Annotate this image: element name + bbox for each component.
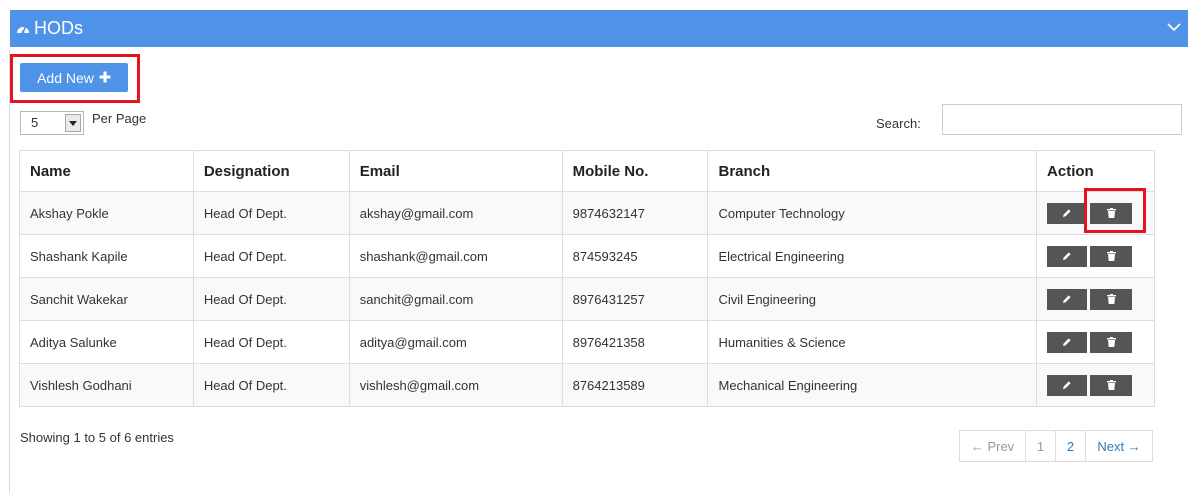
cell-action [1036,320,1155,364]
trash-icon [1106,292,1116,307]
cell-mobile: 9874632147 [561,191,709,235]
table-header-row: Name Designation Email Mobile No. Branch… [19,150,1155,192]
cell-branch: Computer Technology [707,191,1038,235]
cell-action [1036,363,1155,407]
cell-mobile: 8764213589 [561,363,709,407]
column-header-name[interactable]: Name [19,150,194,192]
cell-branch: Mechanical Engineering [707,363,1038,407]
chevron-down-icon[interactable] [1166,20,1182,36]
pagination-prev[interactable]: ← Prev [959,430,1026,462]
trash-icon [1106,378,1116,393]
delete-button[interactable] [1090,331,1133,353]
pencil-icon [1062,249,1072,264]
cell-mobile: 8976421358 [561,320,709,364]
edit-button[interactable] [1047,331,1088,353]
hods-table: Name Designation Email Mobile No. Branch… [19,150,1155,407]
cell-action [1036,234,1155,278]
table-row: Aditya Salunke Head Of Dept. aditya@gmai… [19,320,1155,364]
pagination-page-1[interactable]: 1 [1025,430,1056,462]
cell-email: shashank@gmail.com [348,234,563,278]
search-label: Search: [876,116,921,131]
column-header-branch[interactable]: Branch [707,150,1038,192]
edit-button[interactable] [1047,374,1088,396]
panel-title: HODs [34,18,83,38]
column-header-email[interactable]: Email [348,150,563,192]
cell-branch: Humanities & Science [707,320,1038,364]
delete-button[interactable] [1090,288,1133,310]
per-page-value: 5 [31,115,39,130]
table-row: Vishlesh Godhani Head Of Dept. vishlesh@… [19,363,1155,407]
cell-designation: Head Of Dept. [192,234,350,278]
cell-name: Vishlesh Godhani [19,363,194,407]
edit-button[interactable] [1047,288,1088,310]
pencil-icon [1062,335,1072,350]
cell-designation: Head Of Dept. [192,277,350,321]
pencil-icon [1062,378,1072,393]
delete-button[interactable] [1090,374,1133,396]
cell-email: sanchit@gmail.com [348,277,563,321]
table-row: Shashank Kapile Head Of Dept. shashank@g… [19,234,1155,278]
per-page-label: Per Page [92,111,147,126]
cell-branch: Electrical Engineering [707,234,1038,278]
pagination: ← Prev 1 2 Next → [959,430,1153,462]
column-header-designation[interactable]: Designation [192,150,350,192]
delete-highlight-box [1084,188,1146,233]
cell-email: vishlesh@gmail.com [348,363,563,407]
dashboard-icon [16,21,30,37]
trash-icon [1106,249,1116,264]
column-header-action: Action [1036,150,1155,192]
cell-name: Sanchit Wakekar [19,277,194,321]
add-new-highlight-box [10,54,140,103]
cell-name: Shashank Kapile [19,234,194,278]
search-input[interactable] [942,104,1182,135]
cell-action [1036,277,1155,321]
cell-name: Aditya Salunke [19,320,194,364]
cell-mobile: 874593245 [561,234,709,278]
column-header-mobile[interactable]: Mobile No. [561,150,709,192]
table-info: Showing 1 to 5 of 6 entries [20,430,174,445]
cell-designation: Head Of Dept. [192,320,350,364]
pagination-page-2[interactable]: 2 [1055,430,1086,462]
per-page-select[interactable]: 5 [20,111,84,135]
cell-email: akshay@gmail.com [348,191,563,235]
delete-button[interactable] [1090,245,1133,267]
table-row: Akshay Pokle Head Of Dept. akshay@gmail.… [19,191,1155,235]
pencil-icon [1062,206,1072,221]
panel-left-border [0,0,10,493]
cell-branch: Civil Engineering [707,277,1038,321]
panel-header: HODs [10,10,1188,47]
pencil-icon [1062,292,1072,307]
edit-button[interactable] [1047,245,1088,267]
trash-icon [1106,335,1116,350]
cell-designation: Head Of Dept. [192,191,350,235]
cell-name: Akshay Pokle [19,191,194,235]
cell-designation: Head Of Dept. [192,363,350,407]
cell-email: aditya@gmail.com [348,320,563,364]
edit-button[interactable] [1047,202,1088,224]
cell-mobile: 8976431257 [561,277,709,321]
pagination-next[interactable]: Next → [1085,430,1153,462]
table-row: Sanchit Wakekar Head Of Dept. sanchit@gm… [19,277,1155,321]
dropdown-arrow-icon[interactable] [65,114,81,132]
